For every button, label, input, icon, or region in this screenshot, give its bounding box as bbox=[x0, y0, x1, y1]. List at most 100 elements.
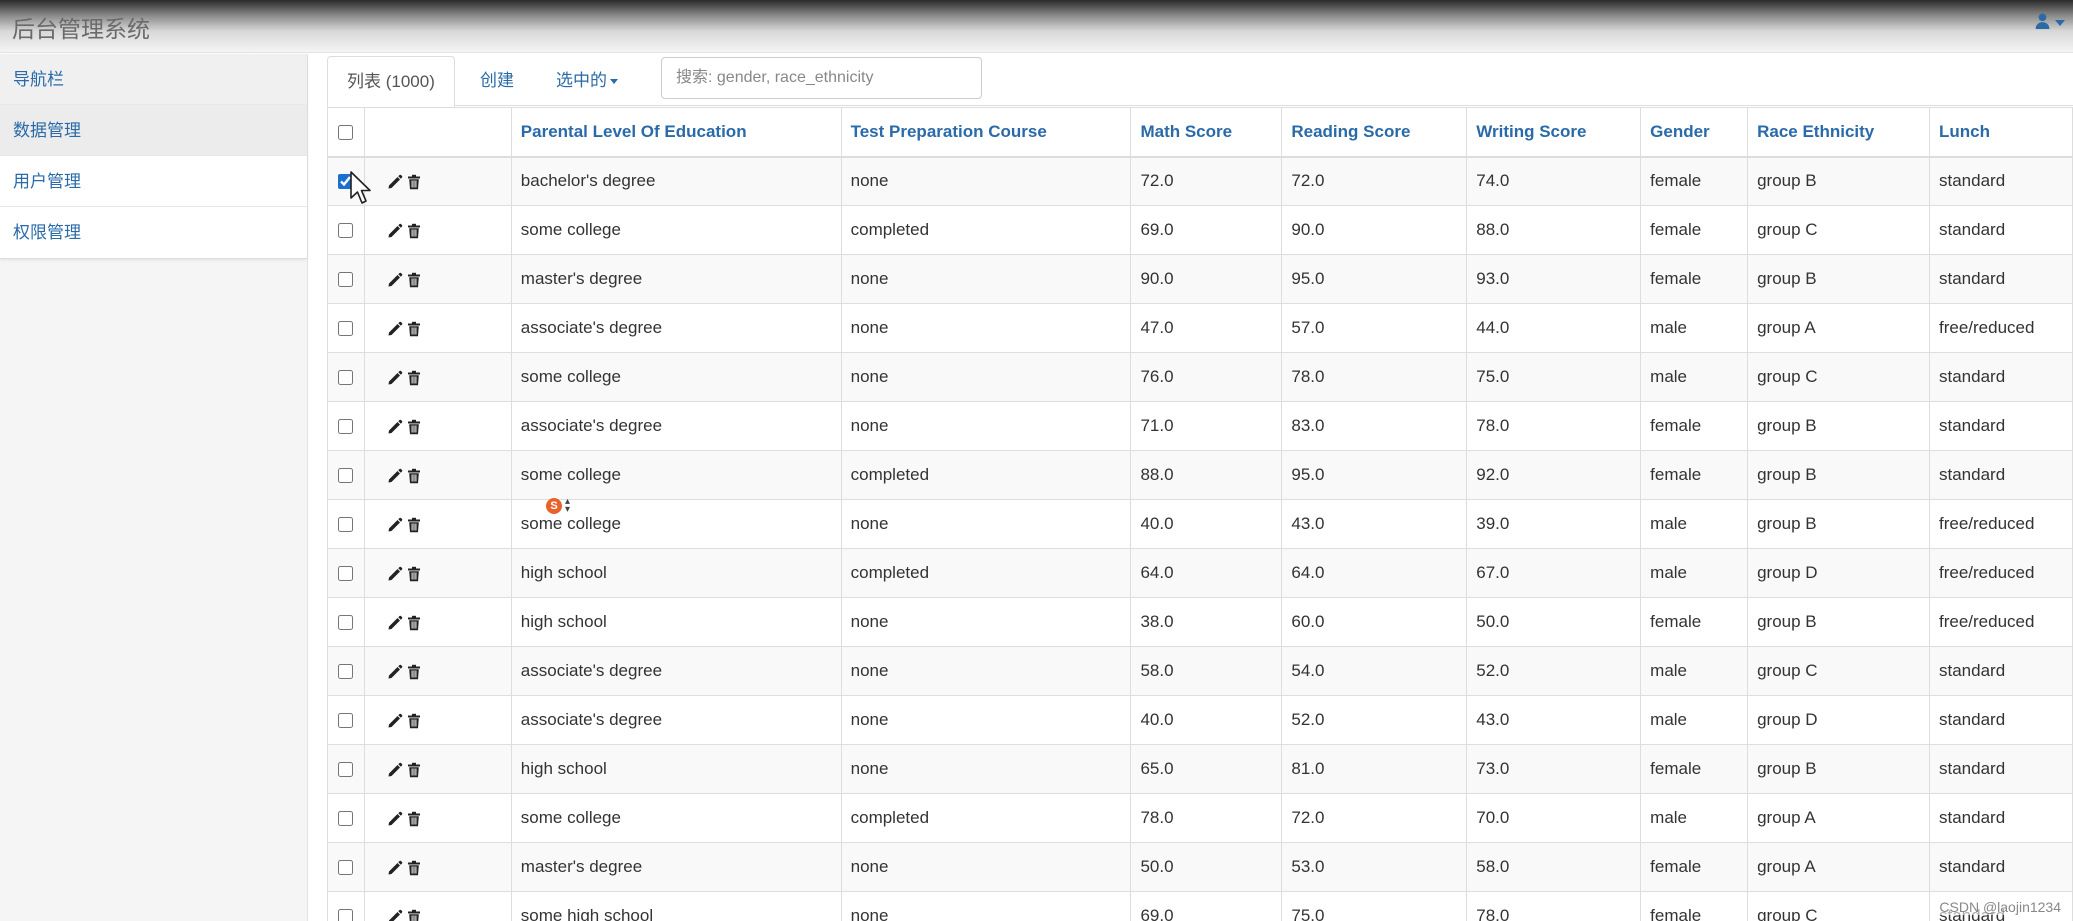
tab-list[interactable]: 列表 (1000) bbox=[327, 56, 455, 107]
table-cell: high school bbox=[510, 744, 842, 794]
row-checkbox[interactable] bbox=[338, 468, 354, 484]
table-cell: female bbox=[1640, 891, 1749, 921]
table-cell: 57.0 bbox=[1281, 303, 1468, 353]
trash-icon[interactable] bbox=[406, 811, 422, 827]
sidebar-item-user-management[interactable]: 用户管理 bbox=[0, 156, 307, 207]
trash-icon[interactable] bbox=[406, 762, 422, 778]
pencil-icon[interactable] bbox=[387, 517, 403, 533]
table-cell: 58.0 bbox=[1130, 646, 1283, 696]
pencil-icon[interactable] bbox=[387, 223, 403, 239]
row-checkbox[interactable] bbox=[338, 517, 354, 533]
column-header[interactable]: Reading Score bbox=[1281, 107, 1468, 158]
table-cell: bachelor's degree bbox=[510, 156, 842, 206]
row-actions bbox=[363, 499, 512, 549]
table-cell: none bbox=[840, 744, 1132, 794]
row-select-cell bbox=[327, 597, 365, 647]
row-actions bbox=[363, 891, 512, 921]
table-cell: 38.0 bbox=[1130, 597, 1283, 647]
trash-icon[interactable] bbox=[406, 419, 422, 435]
row-checkbox[interactable] bbox=[338, 762, 354, 778]
pencil-icon[interactable] bbox=[387, 419, 403, 435]
tab-selected-actions[interactable]: 选中的 bbox=[537, 56, 637, 107]
trash-icon[interactable] bbox=[406, 713, 422, 729]
trash-icon[interactable] bbox=[406, 615, 422, 631]
table-cell: 83.0 bbox=[1281, 401, 1468, 451]
pencil-icon[interactable] bbox=[387, 713, 403, 729]
row-checkbox[interactable] bbox=[338, 811, 354, 827]
trash-icon[interactable] bbox=[406, 272, 422, 288]
pencil-icon[interactable] bbox=[387, 174, 403, 190]
row-checkbox[interactable] bbox=[338, 321, 354, 337]
row-checkbox[interactable] bbox=[338, 909, 354, 921]
tab-create[interactable]: 创建 bbox=[461, 56, 533, 107]
pencil-icon[interactable] bbox=[387, 272, 403, 288]
table-row: some college completed 78.0 72.0 70.0 male gro… bbox=[327, 793, 2073, 843]
trash-icon[interactable] bbox=[406, 909, 422, 921]
pencil-icon[interactable] bbox=[387, 615, 403, 631]
trash-icon[interactable] bbox=[406, 321, 422, 337]
row-checkbox[interactable] bbox=[338, 272, 354, 288]
table-cell: group C bbox=[1747, 352, 1930, 402]
sidebar-item-nav[interactable]: 导航栏 bbox=[0, 54, 307, 105]
row-checkbox[interactable] bbox=[338, 223, 354, 239]
table-cell: 43.0 bbox=[1466, 695, 1642, 745]
column-header[interactable]: Parental Level Of Education bbox=[510, 107, 842, 158]
search-input[interactable] bbox=[661, 57, 982, 99]
select-all-checkbox[interactable] bbox=[338, 124, 354, 140]
table-cell: 43.0 bbox=[1281, 499, 1468, 549]
row-checkbox[interactable] bbox=[338, 664, 354, 680]
table-cell: none bbox=[840, 842, 1132, 892]
table-cell: 52.0 bbox=[1281, 695, 1468, 745]
row-checkbox[interactable] bbox=[338, 713, 354, 729]
pencil-icon[interactable] bbox=[387, 468, 403, 484]
trash-icon[interactable] bbox=[406, 566, 422, 582]
column-header[interactable]: Writing Score bbox=[1466, 107, 1642, 158]
pencil-icon[interactable] bbox=[387, 664, 403, 680]
more-icon: ▴ ▾ bbox=[565, 496, 571, 515]
row-checkbox[interactable] bbox=[338, 419, 354, 435]
pencil-icon[interactable] bbox=[387, 370, 403, 386]
trash-icon[interactable] bbox=[406, 174, 422, 190]
table-cell: 50.0 bbox=[1466, 597, 1642, 647]
pencil-icon[interactable] bbox=[387, 909, 403, 921]
table-cell: male bbox=[1640, 695, 1749, 745]
column-header[interactable]: Test Preparation Course bbox=[840, 107, 1132, 158]
table-cell: 90.0 bbox=[1281, 205, 1468, 255]
sidebar-item-permission-management[interactable]: 权限管理 bbox=[0, 207, 307, 258]
row-checkbox[interactable] bbox=[338, 174, 354, 190]
column-header[interactable]: Math Score bbox=[1130, 107, 1283, 158]
pencil-icon[interactable] bbox=[387, 762, 403, 778]
row-actions bbox=[363, 352, 512, 402]
table-cell: none bbox=[840, 499, 1132, 549]
row-checkbox[interactable] bbox=[338, 370, 354, 386]
pencil-icon[interactable] bbox=[387, 321, 403, 337]
table-cell: 67.0 bbox=[1466, 548, 1642, 598]
trash-icon[interactable] bbox=[406, 517, 422, 533]
tab-selected-label: 选中的 bbox=[556, 71, 607, 90]
sidebar-nav: 导航栏 数据管理 用户管理 权限管理 bbox=[0, 54, 307, 259]
table-cell: 72.0 bbox=[1281, 156, 1468, 206]
table-cell: 71.0 bbox=[1130, 401, 1283, 451]
floating-widget[interactable]: S ▴ ▾ bbox=[546, 496, 580, 516]
row-checkbox[interactable] bbox=[338, 615, 354, 631]
row-select-cell bbox=[327, 254, 365, 304]
trash-icon[interactable] bbox=[406, 223, 422, 239]
pencil-icon[interactable] bbox=[387, 811, 403, 827]
table-cell: associate's degree bbox=[510, 303, 842, 353]
pencil-icon[interactable] bbox=[387, 860, 403, 876]
trash-icon[interactable] bbox=[406, 468, 422, 484]
column-header[interactable]: Race Ethnicity bbox=[1747, 107, 1930, 158]
sidebar: 导航栏 数据管理 用户管理 权限管理 bbox=[0, 54, 308, 921]
trash-icon[interactable] bbox=[406, 664, 422, 680]
select-all-cell bbox=[327, 107, 365, 158]
column-header[interactable]: Gender bbox=[1640, 107, 1749, 158]
row-checkbox[interactable] bbox=[338, 860, 354, 876]
column-header[interactable]: Lunch bbox=[1929, 107, 2073, 158]
row-checkbox[interactable] bbox=[338, 566, 354, 582]
user-menu[interactable] bbox=[2034, 12, 2065, 34]
app-title[interactable]: 后台管理系统 bbox=[12, 10, 150, 44]
trash-icon[interactable] bbox=[406, 370, 422, 386]
trash-icon[interactable] bbox=[406, 860, 422, 876]
pencil-icon[interactable] bbox=[387, 566, 403, 582]
sidebar-item-data-management[interactable]: 数据管理 bbox=[0, 105, 307, 156]
